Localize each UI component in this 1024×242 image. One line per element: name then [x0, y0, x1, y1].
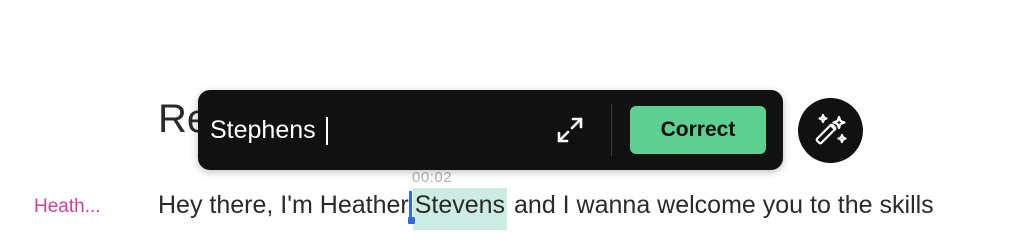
transcript-editor: Re 00:02 Heath... Hey there, I'm Heather…: [0, 0, 1024, 242]
correct-button[interactable]: Correct: [630, 106, 766, 154]
popover-divider: [611, 104, 612, 156]
highlighted-word[interactable]: Stevens: [412, 188, 508, 230]
transcript-text-after[interactable]: and I wanna welcome you to the skills: [507, 188, 934, 222]
magic-wand-icon: [815, 113, 847, 144]
speaker-label[interactable]: Heath...: [34, 195, 101, 219]
correction-input[interactable]: [210, 110, 530, 150]
magic-wand-button[interactable]: [798, 98, 863, 163]
transcript-text-before[interactable]: Hey there, I'm Heather: [158, 188, 409, 222]
correction-popover: Correct: [198, 90, 783, 170]
expand-button[interactable]: [554, 114, 586, 146]
timestamp-label: 00:02: [412, 169, 453, 186]
input-caret: [326, 117, 328, 145]
text-cursor: [407, 191, 415, 224]
expand-icon: [557, 117, 583, 143]
transcript-paragraph[interactable]: Hey there, I'm Heather Stevens and I wann…: [158, 188, 934, 230]
